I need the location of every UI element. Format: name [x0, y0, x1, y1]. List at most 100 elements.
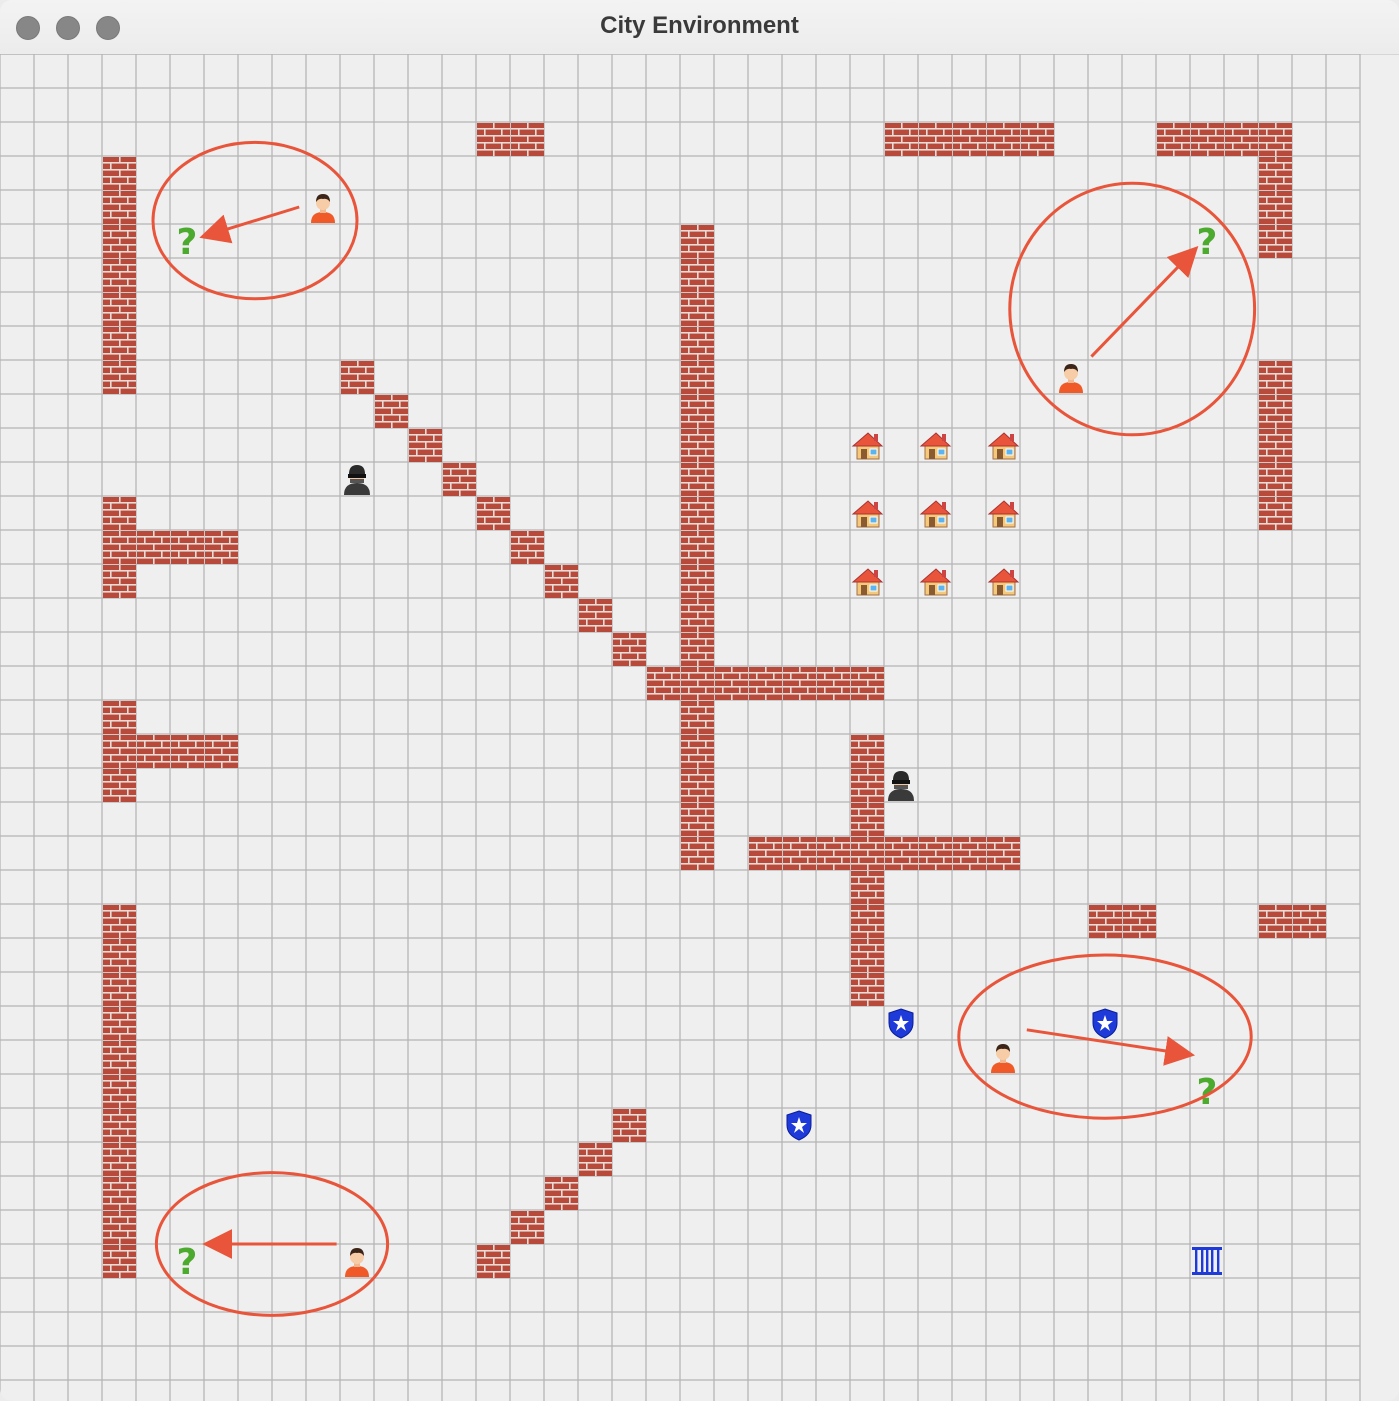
question-mark-icon: ? [177, 222, 198, 263]
brick-wall [511, 531, 544, 564]
brick-wall [851, 871, 884, 904]
question-mark-icon: ? [1197, 222, 1218, 263]
brick-wall [647, 667, 680, 700]
brick-wall [681, 701, 714, 734]
police-badge-icon [888, 1008, 914, 1039]
person-icon [1059, 364, 1083, 393]
brick-wall [205, 531, 238, 564]
brick-wall [103, 735, 136, 768]
brick-wall [1259, 463, 1292, 496]
city-environment-window: City Environment ???? [0, 0, 1399, 1401]
brick-wall [1191, 123, 1224, 156]
brick-wall [103, 531, 136, 564]
brick-wall [681, 769, 714, 802]
brick-wall [851, 667, 884, 700]
grid-lines [0, 54, 1361, 1401]
brick-wall [103, 1245, 136, 1278]
brick-wall [851, 939, 884, 972]
brick-wall [103, 157, 136, 190]
brick-wall [1259, 123, 1292, 156]
brick-wall [103, 497, 136, 530]
house-icon [919, 568, 952, 596]
brick-wall [783, 837, 816, 870]
brick-wall [681, 735, 714, 768]
brick-wall [919, 837, 952, 870]
brick-wall [443, 463, 476, 496]
brick-wall [987, 123, 1020, 156]
window-title: City Environment [600, 12, 799, 39]
brick-wall [511, 1211, 544, 1244]
brick-wall [171, 735, 204, 768]
thief-icon [888, 771, 914, 801]
brick-wall [103, 1211, 136, 1244]
house-icon [851, 500, 884, 528]
annotation-ellipse [1008, 181, 1257, 437]
brick-wall [613, 1109, 646, 1142]
police-badge-icon [1092, 1008, 1118, 1039]
brick-wall [103, 1041, 136, 1074]
brick-wall [851, 735, 884, 768]
brick-wall [103, 259, 136, 292]
brick-wall [681, 293, 714, 326]
brick-wall [681, 837, 714, 870]
brick-wall [953, 123, 986, 156]
person-icon [311, 194, 335, 223]
title-bar: City Environment [0, 0, 1399, 55]
brick-wall [103, 1177, 136, 1210]
brick-wall [103, 973, 136, 1006]
brick-wall [681, 361, 714, 394]
brick-wall [103, 293, 136, 326]
brick-wall [681, 497, 714, 530]
brick-wall [545, 565, 578, 598]
brick-wall [103, 225, 136, 258]
brick-wall [681, 531, 714, 564]
brick-wall [409, 429, 442, 462]
brick-wall [477, 497, 510, 530]
brick-wall [715, 667, 748, 700]
brick-wall [103, 769, 136, 802]
brick-wall [1259, 497, 1292, 530]
city-grid[interactable]: ???? [0, 54, 1399, 1401]
brick-wall [477, 1245, 510, 1278]
brick-wall [851, 905, 884, 938]
house-icon [919, 432, 952, 460]
brick-wall [681, 259, 714, 292]
brick-wall [1259, 361, 1292, 394]
brick-wall [1259, 429, 1292, 462]
jail-icon [1192, 1247, 1222, 1275]
brick-wall [103, 1075, 136, 1108]
brick-wall [1293, 905, 1326, 938]
brick-wall [103, 905, 136, 938]
brick-wall [205, 735, 238, 768]
brick-wall [1259, 395, 1292, 428]
brick-wall [103, 1143, 136, 1176]
brick-wall [579, 1143, 612, 1176]
brick-wall [681, 667, 714, 700]
brick-wall [851, 769, 884, 802]
question-mark-icon: ? [177, 1242, 198, 1283]
brick-wall [681, 633, 714, 666]
brick-wall [1089, 905, 1122, 938]
brick-wall [613, 633, 646, 666]
brick-wall [681, 565, 714, 598]
brick-wall [817, 837, 850, 870]
brick-wall [987, 837, 1020, 870]
brick-wall [1259, 157, 1292, 190]
brick-wall [103, 1007, 136, 1040]
house-icon [987, 568, 1020, 596]
brick-wall [137, 531, 170, 564]
person-icon [991, 1044, 1015, 1073]
person-icon [345, 1248, 369, 1277]
brick-wall [1259, 191, 1292, 224]
thief-icon [344, 465, 370, 495]
brick-wall [919, 123, 952, 156]
brick-wall [103, 191, 136, 224]
brick-wall [103, 1109, 136, 1142]
brick-wall [851, 837, 884, 870]
brick-wall [375, 395, 408, 428]
brick-wall [1157, 123, 1190, 156]
brick-wall [579, 599, 612, 632]
brick-wall [1259, 225, 1292, 258]
brick-wall [681, 463, 714, 496]
brick-wall [511, 123, 544, 156]
